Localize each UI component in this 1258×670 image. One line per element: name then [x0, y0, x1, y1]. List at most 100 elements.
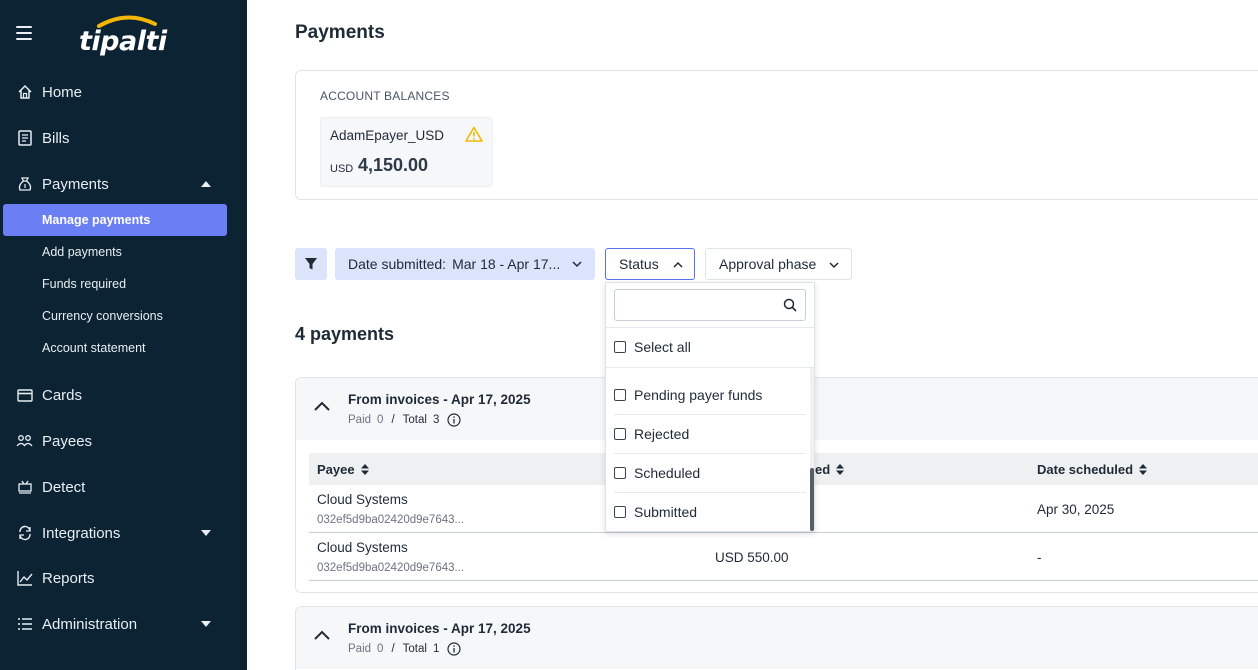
- status-option-label: Rejected: [634, 426, 690, 442]
- sidebar-item-label: Administration: [42, 615, 138, 633]
- date-filter-label: Date submitted:: [348, 256, 447, 272]
- status-search-field[interactable]: [614, 289, 806, 321]
- sidebar-subitem-currency-conversions[interactable]: Currency conversions: [3, 300, 227, 332]
- separator: /: [391, 414, 395, 426]
- sidebar-item-bills[interactable]: Bills: [0, 120, 247, 156]
- info-icon[interactable]: [447, 642, 461, 656]
- status-option-rejected[interactable]: Rejected: [606, 415, 806, 453]
- sidebar-item-cards[interactable]: Cards: [0, 377, 247, 413]
- sidebar-item-label: Home: [42, 83, 83, 101]
- status-option-pending-payer-funds[interactable]: Pending payer funds: [606, 376, 806, 414]
- info-icon[interactable]: [447, 413, 461, 427]
- chevron-up-icon[interactable]: [313, 400, 331, 412]
- payment-group-title: From invoices - Apr 17, 2025: [348, 392, 531, 407]
- chevron-up-icon[interactable]: [313, 629, 331, 641]
- balance-account-name: AdamEpayer_USD: [330, 128, 445, 143]
- sort-icon: [836, 464, 845, 475]
- sidebar-subitem-label: Manage payments: [42, 213, 151, 227]
- approval-filter-label: Approval phase: [719, 256, 817, 272]
- search-icon: [783, 298, 797, 312]
- scrollbar-thumb[interactable]: [810, 468, 814, 531]
- sort-icon: [1139, 464, 1148, 475]
- status-search-input[interactable]: [621, 290, 781, 320]
- status-option-submitted[interactable]: Submitted: [606, 493, 806, 531]
- sidebar-subitem-manage-payments[interactable]: Manage payments: [3, 204, 227, 236]
- payments-count: 4 payments: [295, 324, 395, 344]
- sidebar-item-detect[interactable]: Detect: [0, 469, 247, 505]
- chevron-up-icon: [673, 261, 683, 268]
- approval-phase-filter[interactable]: Approval phase: [705, 248, 852, 280]
- sidebar-subitem-label: Account statement: [42, 341, 146, 355]
- checkbox[interactable]: [614, 467, 626, 479]
- sidebar-item-integrations[interactable]: Integrations: [0, 515, 247, 551]
- status-filter-label: Status: [619, 256, 659, 272]
- date-scheduled: -: [1037, 550, 1042, 565]
- chart-icon: [16, 569, 34, 587]
- payment-group: From invoices - Apr 17, 2025 Paid 0 / To…: [295, 606, 1258, 670]
- account-balances-card: ACCOUNT BALANCES AdamEpayer_USD USD 4,15…: [295, 70, 1258, 200]
- payee-name[interactable]: Cloud Systems: [317, 540, 408, 555]
- status-option-label: Pending payer funds: [634, 387, 763, 403]
- hamburger-menu-icon[interactable]: [16, 26, 32, 40]
- sidebar-item-reports[interactable]: Reports: [0, 560, 247, 596]
- detect-icon: [16, 478, 34, 496]
- column-header-date-scheduled[interactable]: Date scheduled: [1037, 462, 1148, 477]
- tipalti-logo[interactable]: tipalti: [79, 14, 167, 57]
- checkbox[interactable]: [614, 506, 626, 518]
- column-header-submitted[interactable]: ed: [815, 462, 845, 477]
- sidebar-item-label: Cards: [42, 386, 83, 404]
- sidebar-item-administration[interactable]: Administration: [0, 606, 247, 642]
- sidebar-item-label: Reports: [42, 569, 95, 587]
- warning-icon[interactable]: [465, 126, 483, 147]
- sidebar-subitem-account-statement[interactable]: Account statement: [3, 332, 227, 364]
- home-icon: [16, 83, 34, 101]
- sidebar-item-label: Integrations: [42, 524, 121, 542]
- sort-icon: [360, 464, 369, 475]
- checkbox[interactable]: [614, 389, 626, 401]
- money-bag-icon: [16, 175, 34, 193]
- status-option-label: Scheduled: [634, 465, 701, 481]
- list-icon: [16, 615, 34, 633]
- sidebar-item-label: Payments: [42, 175, 109, 193]
- sidebar-item-label: Bills: [42, 129, 70, 147]
- sidebar-subitem-label: Add payments: [42, 245, 122, 259]
- dropdown-scrollbar[interactable]: [810, 368, 814, 531]
- balance-amount: 4,150.00: [358, 155, 429, 175]
- sidebar-item-label: Payees: [42, 432, 93, 450]
- status-option-scheduled[interactable]: Scheduled: [606, 454, 806, 492]
- account-balances-heading: ACCOUNT BALANCES: [320, 89, 450, 103]
- chevron-down-icon: [572, 261, 582, 268]
- sidebar-subitem-label: Currency conversions: [42, 309, 163, 323]
- column-header-payee[interactable]: Payee: [317, 462, 369, 477]
- status-option-label: Select all: [634, 339, 691, 355]
- total-label: Total: [402, 414, 427, 426]
- sidebar-subitem-add-payments[interactable]: Add payments: [3, 236, 227, 268]
- date-filter-value: Mar 18 - Apr 17...: [452, 256, 561, 272]
- people-icon: [16, 432, 34, 450]
- table-row[interactable]: Cloud Systems 032ef5d9ba02420d9e7643... …: [309, 533, 1258, 581]
- date-submitted-filter[interactable]: Date submitted: Mar 18 - Apr 17...: [335, 248, 595, 280]
- dropdown-divider: [606, 367, 814, 368]
- checkbox[interactable]: [614, 341, 626, 353]
- separator: /: [391, 643, 395, 655]
- sync-icon: [16, 524, 34, 542]
- status-option-select-all[interactable]: Select all: [606, 328, 806, 366]
- checkbox[interactable]: [614, 428, 626, 440]
- payment-amount: USD 550.00: [715, 550, 789, 565]
- sidebar-subitem-funds-required[interactable]: Funds required: [3, 268, 227, 300]
- logo-text: tipalti: [79, 26, 167, 57]
- sidebar-item-home[interactable]: Home: [0, 74, 247, 110]
- filter-button[interactable]: [295, 248, 327, 280]
- sidebar-item-payments[interactable]: Payments: [0, 166, 247, 202]
- column-header-label: Date scheduled: [1037, 462, 1134, 477]
- caret-down-icon: [201, 530, 211, 536]
- bills-icon: [16, 129, 34, 147]
- balance-tile[interactable]: AdamEpayer_USD USD 4,150.00: [320, 117, 493, 187]
- sidebar-item-payees[interactable]: Payees: [0, 423, 247, 459]
- payee-name[interactable]: Cloud Systems: [317, 492, 408, 507]
- payment-group-header[interactable]: From invoices - Apr 17, 2025 Paid 0 / To…: [296, 607, 1258, 669]
- status-dropdown: Select all Pending payer funds Rejected …: [605, 282, 815, 532]
- status-filter[interactable]: Status: [605, 248, 695, 280]
- balance-currency: USD: [330, 163, 354, 175]
- total-label: Total: [402, 643, 427, 655]
